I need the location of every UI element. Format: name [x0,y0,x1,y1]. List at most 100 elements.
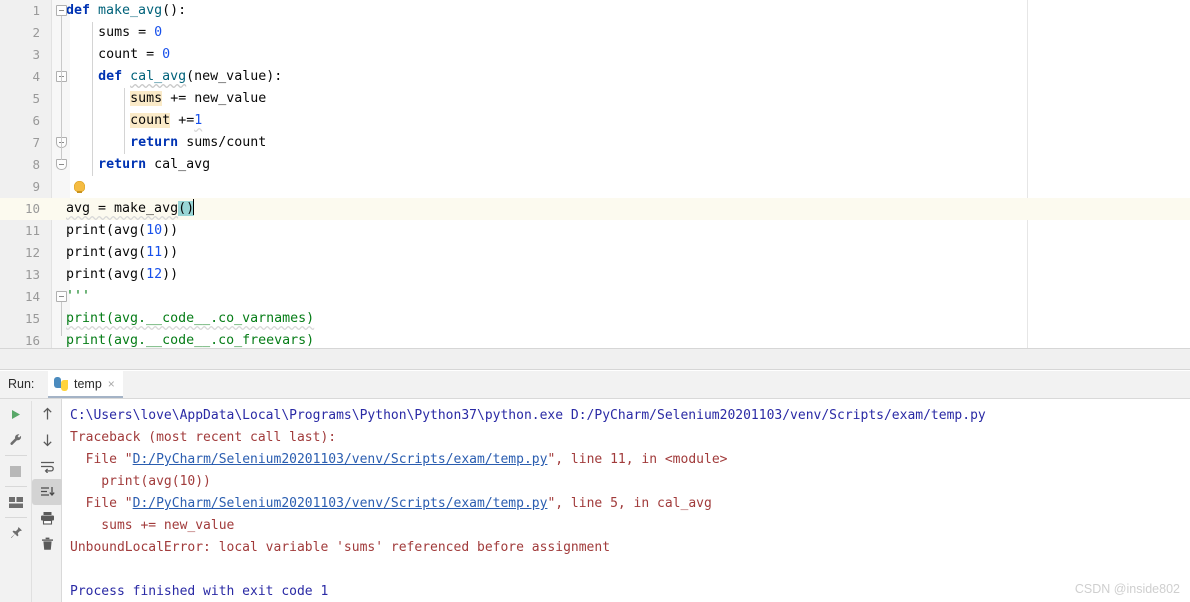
run-toolbar [0,399,63,602]
text-caret [193,199,195,215]
code-text: return cal_avg [98,154,210,176]
line-number: 4 [32,69,40,84]
code-token: print(avg( [66,223,147,238]
code-line[interactable]: 7 return sums/count [0,132,1190,154]
console-text: Traceback (most recent call last): [70,430,337,445]
run-tab-temp[interactable]: temp × [48,371,123,398]
code-line[interactable]: 15 print(avg.__code__.co_varnames) [0,308,1190,330]
code-token: += new_value [162,91,267,106]
line-number: 16 [24,333,40,348]
console-text: sums += new_value [70,518,235,533]
layout-button[interactable] [0,489,31,515]
code-token: 0 [162,47,171,62]
run-tab-label: temp [74,376,102,391]
stop-button[interactable] [0,458,31,484]
toolbar-divider [4,455,27,456]
console-line: print(avg(10)) [70,471,1190,493]
code-token: avg = make_avg [66,201,179,216]
code-token: count = [98,47,163,62]
console-text: File " [70,452,133,467]
line-number: 14 [24,289,40,304]
wrench-icon [9,434,21,445]
code-text: sums = 0 [98,22,162,44]
code-text: print(avg(10)) [66,220,178,242]
close-icon[interactable]: × [108,378,115,390]
wrap-icon [41,461,54,473]
code-line[interactable]: 4 def cal_avg(new_value): [0,66,1190,88]
code-line[interactable]: 16 print(avg.__code__.co_freevars) [0,330,1190,348]
scroll-to-end-button[interactable] [32,479,63,505]
up-button[interactable] [32,401,63,427]
code-text: count = 0 [98,44,170,66]
console-text: File " [70,496,133,511]
line-number: 15 [24,311,40,326]
console-line: Process finished with exit code 1 [70,581,1190,602]
python-file-icon [54,376,68,391]
code-line[interactable]: 14 ''' [0,286,1190,308]
console-output[interactable]: C:\Users\love\AppData\Local\Programs\Pyt… [62,399,1190,602]
code-text: print(avg(12)) [66,264,178,286]
code-token: 10 [146,223,163,238]
code-line[interactable]: 11 print(avg(10)) [0,220,1190,242]
print-button[interactable] [32,505,63,531]
code-text: ''' [66,286,90,308]
code-text: def make_avg(): [66,0,186,22]
down-button[interactable] [32,427,63,453]
console-text: print(avg(10)) [70,474,211,489]
pin-icon [10,527,22,538]
clear-all-button[interactable] [32,531,63,557]
fold-marker[interactable] [56,159,67,170]
code-token: cal_avg [154,157,211,172]
code-text: print(avg.__code__.co_freevars) [66,330,314,348]
line-number: 5 [32,91,40,106]
code-token: cal_avg [130,69,187,84]
console-text: ", line 5, in cal_avg [547,496,712,511]
fold-connector [61,302,62,336]
rerun-button[interactable] [0,401,31,427]
pin-tab-button[interactable] [0,520,31,546]
code-token: print(avg.__code__.co_varnames) [66,311,315,326]
code-token: )) [162,267,179,282]
code-token: return [98,157,155,172]
code-line[interactable]: 10 avg = make_avg() [0,198,1190,220]
code-line[interactable]: 2 sums = 0 [0,22,1190,44]
console-line: UnboundLocalError: local variable 'sums'… [70,537,1190,559]
code-line[interactable]: 3 count = 0 [0,44,1190,66]
code-line[interactable]: 1 def make_avg(): [0,0,1190,22]
code-token: += [170,113,195,128]
console-line: sums += new_value [70,515,1190,537]
code-line[interactable]: 6 count +=1 [0,110,1190,132]
code-line[interactable]: 13 print(avg(12)) [0,264,1190,286]
run-toolbar-left-column [0,401,31,546]
code-text: print(avg(11)) [66,242,178,264]
code-line[interactable]: 8 return cal_avg [0,154,1190,176]
console-file-link[interactable]: D:/PyCharm/Selenium20201103/venv/Scripts… [133,496,548,511]
code-editor[interactable]: 1 def make_avg(): 2 sums = 0 3 count = 0 4 def … [0,0,1190,348]
console-line: File "D:/PyCharm/Selenium20201103/venv/S… [70,449,1190,471]
fold-marker[interactable] [56,5,67,16]
code-token: sums [130,91,163,106]
intention-bulb-icon[interactable] [74,181,85,193]
console-line: C:\Users\love\AppData\Local\Programs\Pyt… [70,405,1190,427]
toolbar-divider [4,517,27,518]
code-line[interactable]: 12 print(avg(11)) [0,242,1190,264]
console-file-link[interactable]: D:/PyCharm/Selenium20201103/venv/Scripts… [133,452,548,467]
soft-wrap-button[interactable] [32,453,63,479]
editor-console-splitter[interactable] [0,348,1190,370]
run-toolbar-right-column [31,401,63,602]
code-text: def cal_avg(new_value): [98,66,282,88]
fold-marker[interactable] [56,291,67,302]
layout-icon [8,496,23,508]
arrow-up-icon [43,407,52,420]
arrow-down-icon [43,434,52,447]
line-number: 11 [24,223,40,238]
console-line: File "D:/PyCharm/Selenium20201103/venv/S… [70,493,1190,515]
code-lines[interactable]: 1 def make_avg(): 2 sums = 0 3 count = 0 4 def … [0,0,1190,348]
line-number: 9 [32,179,40,194]
code-token: (): [162,3,187,18]
code-line[interactable]: 9 [0,176,1190,198]
code-line[interactable]: 5 sums += new_value [0,88,1190,110]
console-text: Process finished with exit code 1 [70,584,329,599]
code-token: sums/count [186,135,267,150]
settings-button[interactable] [0,427,31,453]
